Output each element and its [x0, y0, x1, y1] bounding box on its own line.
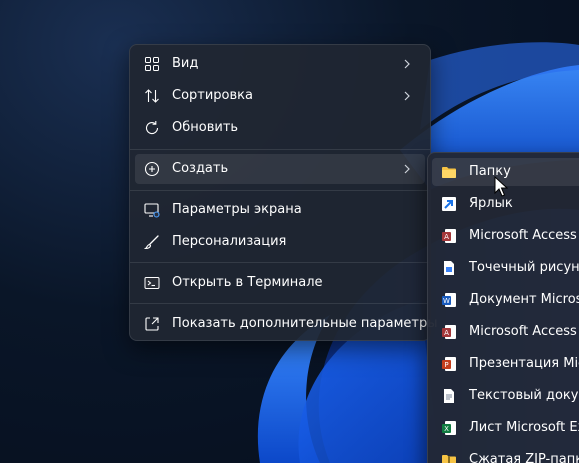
submenu-item-label: Презентация Micr	[469, 356, 579, 371]
text-doc-icon	[444, 389, 454, 403]
menu-item-label: Параметры экрана	[172, 202, 302, 217]
add-circle-icon	[144, 161, 160, 177]
word-icon: W	[442, 293, 456, 307]
submenu-item-bitmap[interactable]: Точечный рисунок	[432, 254, 579, 282]
menu-item-label: Показать дополнительные параметры	[172, 316, 438, 331]
submenu-item-label: Microsoft Access D	[469, 324, 579, 339]
submenu-item-label: Документ Microsof	[469, 292, 579, 307]
submenu-item-label: Точечный рисунок	[469, 260, 579, 275]
menu-item-new[interactable]: Создать	[135, 154, 425, 184]
grid-icon	[145, 57, 159, 71]
brush-icon	[144, 235, 159, 250]
powerpoint-icon: P	[442, 357, 456, 371]
menu-item-label: Открыть в Терминале	[172, 275, 323, 290]
bitmap-icon	[444, 261, 454, 275]
access-icon: A	[442, 229, 456, 243]
submenu-item-label: Ярлык	[469, 196, 513, 211]
submenu-item-label: Microsoft Access D	[469, 228, 579, 243]
menu-item-view[interactable]: Вид	[135, 49, 425, 79]
access-icon: A	[442, 325, 456, 339]
display-settings-icon	[144, 203, 160, 218]
submenu-item-word-doc[interactable]: W Документ Microsof	[432, 286, 579, 314]
open-external-icon	[145, 317, 159, 331]
chevron-right-icon	[404, 59, 410, 69]
menu-item-sort[interactable]: Сортировка	[135, 81, 425, 111]
submenu-item-label: Текстовый докуме	[469, 388, 579, 403]
menu-item-refresh[interactable]: Обновить	[135, 113, 425, 143]
menu-item-label: Вид	[172, 56, 199, 71]
mouse-cursor-icon	[494, 176, 508, 197]
svg-text:A: A	[444, 329, 449, 337]
new-submenu: Папку Ярлык A Microsoft Access D Точечны…	[427, 152, 579, 463]
chevron-right-icon	[404, 164, 410, 174]
excel-icon: X	[442, 421, 456, 435]
menu-separator	[130, 262, 430, 263]
menu-item-label: Обновить	[172, 120, 239, 135]
submenu-item-label: Лист Microsoft Ex	[469, 420, 579, 435]
menu-item-label: Персонализация	[172, 234, 287, 249]
zip-folder-icon	[442, 455, 456, 463]
menu-item-label: Создать	[172, 161, 229, 176]
submenu-item-zip[interactable]: Сжатая ZIP-папка	[432, 446, 579, 463]
submenu-item-access-db-2[interactable]: A Microsoft Access D	[432, 318, 579, 346]
shortcut-icon	[442, 197, 456, 211]
menu-separator	[130, 149, 430, 150]
menu-item-label: Сортировка	[172, 88, 253, 103]
submenu-item-excel[interactable]: X Лист Microsoft Ex	[432, 414, 579, 442]
submenu-item-label: Сжатая ZIP-папка	[469, 452, 579, 463]
menu-item-open-terminal[interactable]: Открыть в Терминале	[135, 268, 425, 298]
svg-text:A: A	[444, 233, 449, 241]
menu-item-display-settings[interactable]: Параметры экрана	[135, 195, 425, 225]
sort-icon	[145, 89, 159, 103]
svg-text:W: W	[443, 297, 450, 305]
submenu-item-access-db[interactable]: A Microsoft Access D	[432, 222, 579, 250]
menu-separator	[130, 303, 430, 304]
terminal-icon	[144, 277, 160, 289]
menu-separator	[130, 190, 430, 191]
chevron-right-icon	[404, 91, 410, 101]
folder-icon	[442, 167, 456, 178]
desktop-context-menu: Вид Сортировка Обновить Создать Параметр…	[129, 44, 437, 341]
desktop-background[interactable]: Вид Сортировка Обновить Создать Параметр…	[0, 0, 579, 463]
menu-item-show-more-options[interactable]: Показать дополнительные параметры	[135, 309, 437, 339]
refresh-icon	[145, 121, 159, 135]
submenu-item-powerpoint[interactable]: P Презентация Micr	[432, 350, 579, 378]
menu-item-personalize[interactable]: Персонализация	[135, 227, 425, 257]
svg-text:P: P	[444, 361, 448, 369]
submenu-item-text-doc[interactable]: Текстовый докуме	[432, 382, 579, 410]
svg-text:X: X	[444, 425, 449, 433]
